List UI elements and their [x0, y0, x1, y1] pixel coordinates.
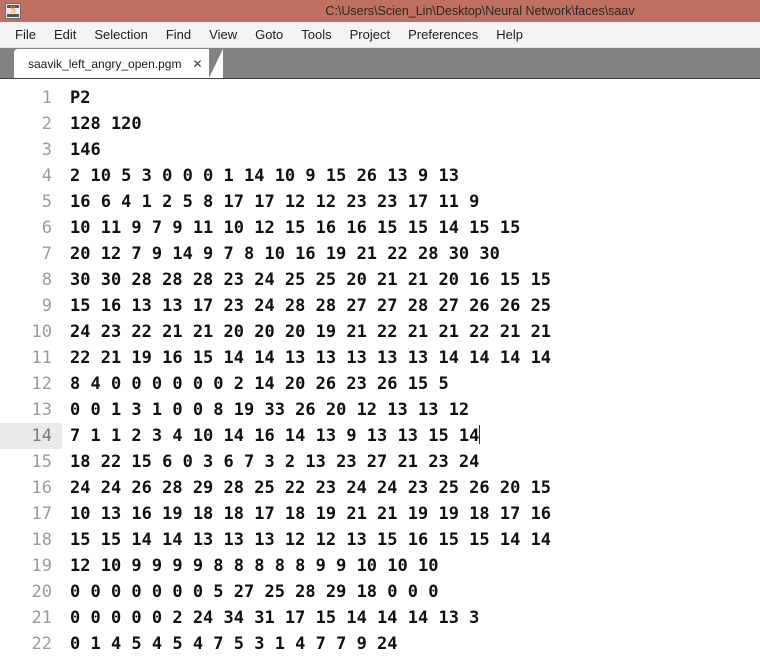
line-number: 2 — [41, 114, 52, 134]
tab-bar: saavik_left_angry_open.pgm ✕ — [0, 48, 760, 79]
text-caret — [479, 425, 481, 444]
line-content[interactable]: 18 22 15 6 0 3 6 7 3 2 13 23 27 21 23 24 — [62, 449, 760, 475]
line-content[interactable]: 0 0 0 0 0 0 0 5 27 25 28 29 18 0 0 0 — [62, 579, 760, 605]
code-line[interactable]: 3 146 — [0, 137, 760, 163]
line-content[interactable]: 16 6 4 1 2 5 8 17 17 12 12 23 23 17 11 9 — [62, 189, 760, 215]
line-number: 12 — [31, 374, 52, 394]
code-editor[interactable]: 1 P2 2 128 120 3 146 4 2 10 5 3 0 0 0 1 … — [0, 79, 760, 664]
line-number: 20 — [31, 582, 52, 602]
line-content[interactable]: 7 1 1 2 3 4 10 14 16 14 13 9 13 13 15 14 — [62, 423, 760, 449]
line-number: 1 — [41, 88, 52, 108]
line-number: 19 — [31, 556, 52, 576]
menu-bar: File Edit Selection Find View Goto Tools… — [0, 22, 760, 48]
line-content[interactable]: 15 16 13 13 17 23 24 28 28 27 27 28 27 2… — [62, 293, 760, 319]
line-content[interactable]: 0 0 1 3 1 0 0 8 19 33 26 20 12 13 13 12 — [62, 397, 760, 423]
sublime-text-icon: S — [5, 3, 21, 19]
tab-saavik-left-angry-open-pgm[interactable]: saavik_left_angry_open.pgm ✕ — [14, 49, 222, 78]
menu-item-find[interactable]: Find — [157, 24, 200, 45]
code-line[interactable]: 7 20 12 7 9 14 9 7 8 10 16 19 21 22 28 3… — [0, 241, 760, 267]
code-line[interactable]: 2 128 120 — [0, 111, 760, 137]
line-content-text: 7 1 1 2 3 4 10 14 16 14 13 9 13 13 15 14 — [70, 426, 480, 446]
line-content[interactable]: 128 120 — [62, 111, 760, 137]
menu-item-tools[interactable]: Tools — [292, 24, 340, 45]
line-content[interactable]: 15 15 14 14 13 13 13 12 12 13 15 16 15 1… — [62, 527, 760, 553]
code-line[interactable]: 21 0 0 0 0 0 2 24 34 31 17 15 14 14 14 1… — [0, 605, 760, 631]
line-number: 16 — [31, 478, 52, 498]
menu-item-help[interactable]: Help — [487, 24, 532, 45]
line-number: 17 — [31, 504, 52, 524]
code-line-active[interactable]: 14 7 1 1 2 3 4 10 14 16 14 13 9 13 13 15… — [0, 423, 760, 449]
line-content[interactable]: 22 21 19 16 15 14 14 13 13 13 13 13 14 1… — [62, 345, 760, 371]
line-number: 22 — [31, 634, 52, 654]
line-content[interactable]: 146 — [62, 137, 760, 163]
code-line[interactable]: 22 0 1 4 5 4 5 4 7 5 3 1 4 7 7 9 24 — [0, 631, 760, 657]
line-number: 10 — [31, 322, 52, 342]
code-line[interactable]: 17 10 13 16 19 18 18 17 18 19 21 21 19 1… — [0, 501, 760, 527]
code-line[interactable]: 12 8 4 0 0 0 0 0 0 2 14 20 26 23 26 15 5 — [0, 371, 760, 397]
code-line[interactable]: 5 16 6 4 1 2 5 8 17 17 12 12 23 23 17 11… — [0, 189, 760, 215]
line-content[interactable]: P2 — [62, 85, 760, 111]
line-number: 8 — [41, 270, 52, 290]
tab-label: saavik_left_angry_open.pgm — [28, 56, 182, 71]
code-line[interactable]: 18 15 15 14 14 13 13 13 12 12 13 15 16 1… — [0, 527, 760, 553]
window-title: C:\Users\Scien_Lin\Desktop\Neural Networ… — [325, 4, 635, 18]
menu-item-goto[interactable]: Goto — [246, 24, 292, 45]
sublime-text-window: S C:\Users\Scien_Lin\Desktop\Neural Netw… — [0, 0, 760, 664]
line-number: 21 — [31, 608, 52, 628]
code-line[interactable]: 1 P2 — [0, 85, 760, 111]
line-content[interactable]: 8 4 0 0 0 0 0 0 2 14 20 26 23 26 15 5 — [62, 371, 760, 397]
line-number: 13 — [31, 400, 52, 420]
line-number: 5 — [41, 192, 52, 212]
title-bar: S C:\Users\Scien_Lin\Desktop\Neural Netw… — [0, 0, 760, 22]
menu-item-preferences[interactable]: Preferences — [399, 24, 487, 45]
line-number: 11 — [31, 348, 52, 368]
line-content[interactable]: 24 24 26 28 29 28 25 22 23 24 24 23 25 2… — [62, 475, 760, 501]
line-content[interactable]: 30 30 28 28 28 23 24 25 25 20 21 21 20 1… — [62, 267, 760, 293]
menu-item-file[interactable]: File — [6, 24, 45, 45]
menu-item-selection[interactable]: Selection — [85, 24, 156, 45]
line-number: 7 — [41, 244, 52, 264]
line-content[interactable]: 12 10 9 9 9 9 8 8 8 8 8 9 9 10 10 10 — [62, 553, 760, 579]
menu-item-project[interactable]: Project — [341, 24, 399, 45]
code-line[interactable]: 16 24 24 26 28 29 28 25 22 23 24 24 23 2… — [0, 475, 760, 501]
code-line[interactable]: 15 18 22 15 6 0 3 6 7 3 2 13 23 27 21 23… — [0, 449, 760, 475]
code-line[interactable]: 11 22 21 19 16 15 14 14 13 13 13 13 13 1… — [0, 345, 760, 371]
menu-item-edit[interactable]: Edit — [45, 24, 85, 45]
code-line[interactable]: 19 12 10 9 9 9 9 8 8 8 8 8 9 9 10 10 10 — [0, 553, 760, 579]
code-line[interactable]: 6 10 11 9 7 9 11 10 12 15 16 16 15 15 14… — [0, 215, 760, 241]
line-content[interactable]: 0 1 4 5 4 5 4 7 5 3 1 4 7 7 9 24 — [62, 631, 760, 657]
line-number: 18 — [31, 530, 52, 550]
line-number: 3 — [41, 140, 52, 160]
code-line[interactable]: 10 24 23 22 21 21 20 20 20 19 21 22 21 2… — [0, 319, 760, 345]
sublime-text-icon-glyph: S — [10, 5, 16, 16]
code-line[interactable]: 4 2 10 5 3 0 0 0 1 14 10 9 15 26 13 9 13 — [0, 163, 760, 189]
line-content[interactable]: 10 13 16 19 18 18 17 18 19 21 21 19 19 1… — [62, 501, 760, 527]
line-number: 4 — [41, 166, 52, 186]
code-line[interactable]: 8 30 30 28 28 28 23 24 25 25 20 21 21 20… — [0, 267, 760, 293]
close-icon[interactable]: ✕ — [192, 58, 202, 70]
line-number: 6 — [41, 218, 52, 238]
code-line[interactable]: 9 15 16 13 13 17 23 24 28 28 27 27 28 27… — [0, 293, 760, 319]
line-number: 9 — [41, 296, 52, 316]
line-number: 15 — [31, 452, 52, 472]
code-line[interactable]: 13 0 0 1 3 1 0 0 8 19 33 26 20 12 13 13 … — [0, 397, 760, 423]
line-content[interactable]: 2 10 5 3 0 0 0 1 14 10 9 15 26 13 9 13 — [62, 163, 760, 189]
line-number: 14 — [0, 423, 62, 449]
menu-item-view[interactable]: View — [200, 24, 246, 45]
code-line[interactable]: 20 0 0 0 0 0 0 0 5 27 25 28 29 18 0 0 0 — [0, 579, 760, 605]
line-content[interactable]: 10 11 9 7 9 11 10 12 15 16 16 15 15 14 1… — [62, 215, 760, 241]
line-content[interactable]: 20 12 7 9 14 9 7 8 10 16 19 21 22 28 30 … — [62, 241, 760, 267]
line-content[interactable]: 0 0 0 0 0 2 24 34 31 17 15 14 14 14 13 3 — [62, 605, 760, 631]
line-content[interactable]: 24 23 22 21 21 20 20 20 19 21 22 21 21 2… — [62, 319, 760, 345]
